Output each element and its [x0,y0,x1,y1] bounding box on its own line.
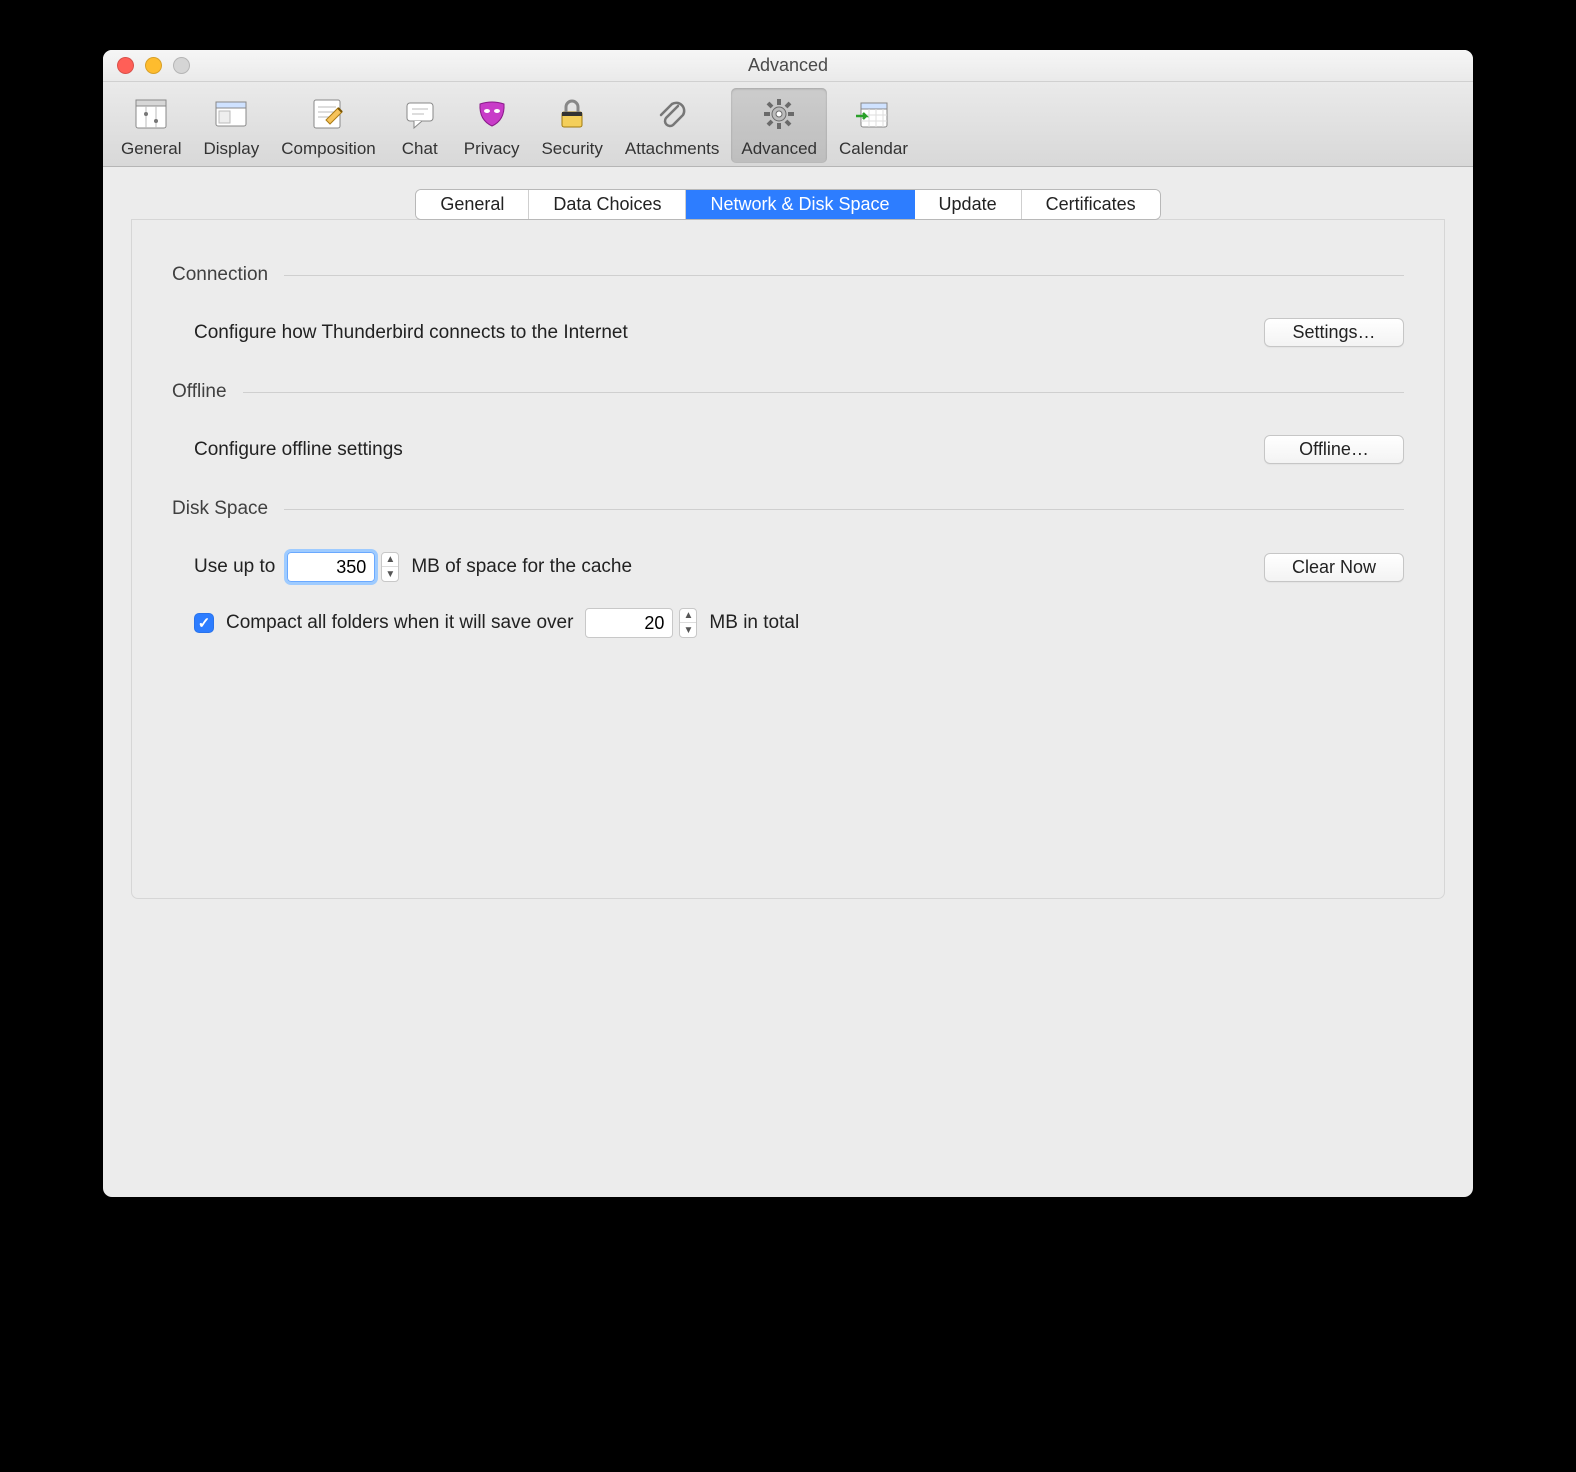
lock-icon [550,92,594,136]
toolbar-label: General [121,139,181,159]
stepper-down-icon[interactable]: ▼ [382,567,398,581]
connection-settings-button[interactable]: Settings… [1264,318,1404,347]
mask-icon [470,92,514,136]
compact-label: Compact all folders when it will save ov… [226,612,573,634]
tab-data-choices[interactable]: Data Choices [529,190,686,219]
toolbar-label: Chat [402,139,438,159]
titlebar: Advanced [103,50,1473,82]
divider [284,509,1404,510]
cache-row: Use up to ▲ ▼ MB of space for the cache … [172,552,1404,582]
toolbar-security[interactable]: Security [531,88,612,163]
paperclip-icon [650,92,694,136]
toolbar-label: Attachments [625,139,720,159]
compact-checkbox[interactable]: ✓ [194,613,214,633]
calendar-icon [852,92,896,136]
window-icon [209,92,253,136]
preferences-body: General Data Choices Network & Disk Spac… [103,167,1473,1197]
advanced-panel: Connection Configure how Thunderbird con… [131,219,1445,899]
connection-heading: Connection [172,264,1404,286]
toolbar-label: Calendar [839,139,908,159]
toolbar-attachments[interactable]: Attachments [615,88,730,163]
toolbar-label: Privacy [464,139,520,159]
cache-size-stepper[interactable]: ▲ ▼ [381,552,399,582]
toolbar-display[interactable]: Display [193,88,269,163]
heading-label: Disk Space [172,498,268,520]
preferences-toolbar: General Display Composition Chat Privacy [103,82,1473,167]
preferences-window: Advanced General Display Composition [103,50,1473,1197]
compact-suffix: MB in total [709,612,799,634]
divider [243,392,1404,393]
stepper-up-icon[interactable]: ▲ [382,553,398,567]
cache-prefix: Use up to [194,556,275,578]
diskspace-heading: Disk Space [172,498,1404,520]
offline-description: Configure offline settings [194,439,403,461]
connection-description: Configure how Thunderbird connects to th… [194,322,628,344]
toolbar-general[interactable]: General [111,88,191,163]
chat-icon [398,92,442,136]
toolbar-chat[interactable]: Chat [388,88,452,163]
toolbar-label: Display [203,139,259,159]
toolbar-label: Advanced [741,139,817,159]
heading-label: Offline [172,381,227,403]
toolbar-label: Composition [281,139,376,159]
divider [284,275,1404,276]
gear-icon [757,92,801,136]
compact-threshold-stepper[interactable]: ▲ ▼ [679,608,697,638]
toolbar-calendar[interactable]: Calendar [829,88,918,163]
tab-general[interactable]: General [416,190,529,219]
stepper-up-icon[interactable]: ▲ [680,609,696,623]
tab-certificates[interactable]: Certificates [1022,190,1160,219]
compact-row: ✓ Compact all folders when it will save … [172,608,1404,638]
slider-icon [129,92,173,136]
tab-update[interactable]: Update [915,190,1022,219]
cache-suffix: MB of space for the cache [411,556,632,578]
advanced-tabs: General Data Choices Network & Disk Spac… [131,189,1445,220]
offline-heading: Offline [172,381,1404,403]
toolbar-privacy[interactable]: Privacy [454,88,530,163]
offline-settings-button[interactable]: Offline… [1264,435,1404,464]
clear-cache-button[interactable]: Clear Now [1264,553,1404,582]
offline-row: Configure offline settings Offline… [172,435,1404,464]
connection-row: Configure how Thunderbird connects to th… [172,318,1404,347]
window-title: Advanced [103,55,1473,76]
cache-size-input[interactable] [287,552,375,582]
toolbar-composition[interactable]: Composition [271,88,386,163]
tab-network-disk-space[interactable]: Network & Disk Space [686,190,914,219]
compact-threshold-input[interactable] [585,608,673,638]
toolbar-advanced[interactable]: Advanced [731,88,827,163]
compose-icon [306,92,350,136]
toolbar-label: Security [541,139,602,159]
heading-label: Connection [172,264,268,286]
stepper-down-icon[interactable]: ▼ [680,623,696,637]
